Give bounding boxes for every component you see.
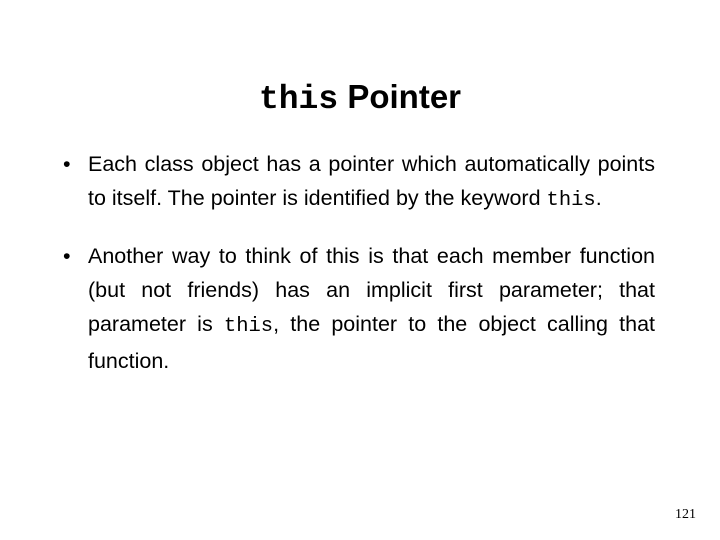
- bullet-list: • Each class object has a pointer which a…: [61, 125, 655, 378]
- bullet-marker: •: [63, 151, 71, 176]
- list-item-segment-text-tail: .: [595, 185, 602, 210]
- list-item-segment-code: this: [546, 188, 596, 212]
- page-title-text-part: Pointer: [338, 78, 462, 116]
- page-number: 121: [675, 507, 696, 522]
- bullet-marker: •: [63, 244, 71, 268]
- slide: this Pointer • Each class object has a po…: [0, 0, 720, 540]
- list-item-segment-code: this: [223, 315, 274, 338]
- list-item: • Each class object has a pointer which a…: [61, 147, 655, 218]
- page-title: this Pointer: [0, 77, 720, 120]
- page-title-code-part: this: [258, 81, 339, 119]
- list-item: • Another way to think of this is that ea…: [61, 239, 655, 378]
